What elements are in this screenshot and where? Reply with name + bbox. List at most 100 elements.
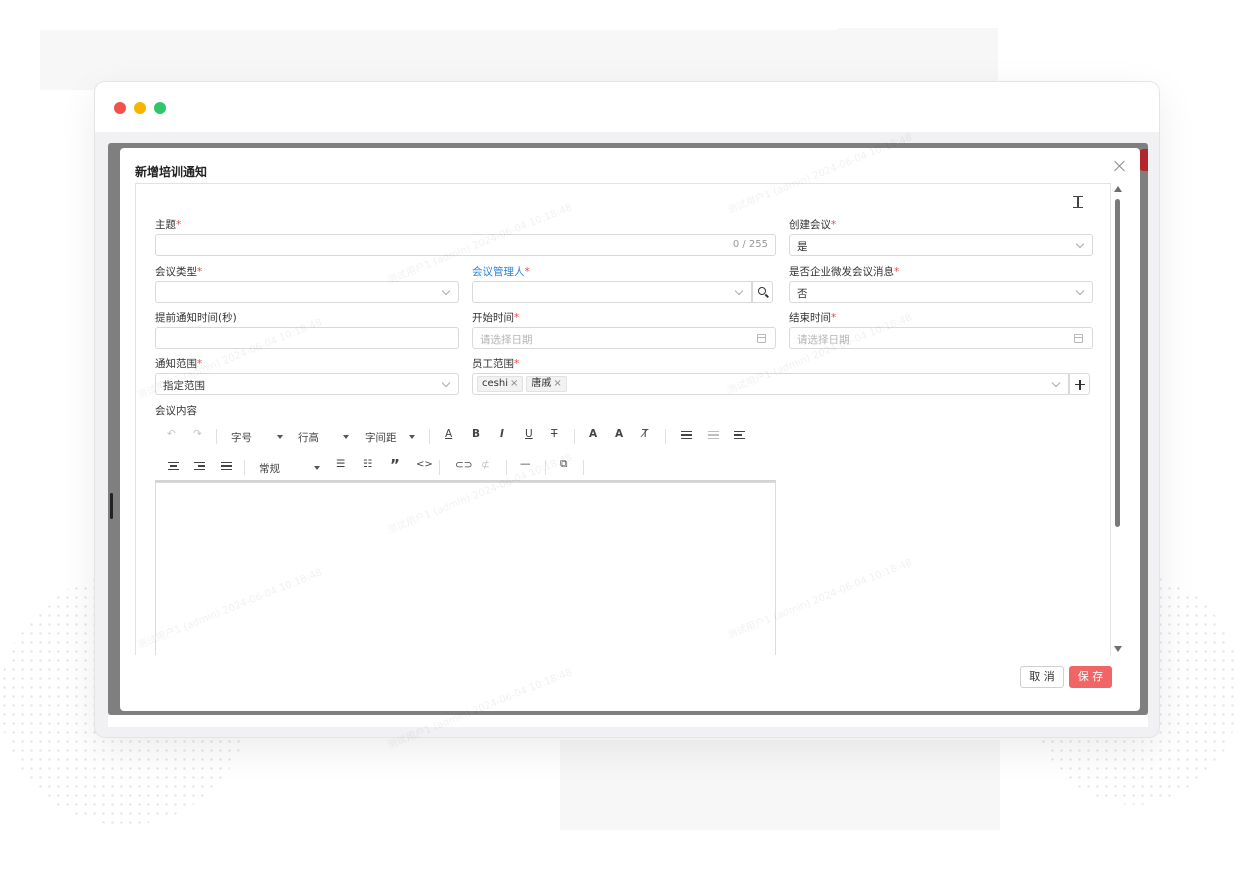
tag-remove-icon[interactable]: ×: [553, 378, 561, 389]
horizontal-rule-icon[interactable]: —: [520, 458, 531, 470]
caret-down-icon: [343, 435, 349, 439]
align-justify-icon[interactable]: [221, 462, 232, 471]
tag-remove-icon[interactable]: ×: [510, 378, 518, 389]
toolbar-divider: [429, 429, 430, 444]
subject-char-counter: 0 / 255: [732, 239, 768, 250]
chevron-down-icon: [1051, 378, 1061, 388]
save-button[interactable]: 保 存: [1069, 666, 1112, 688]
subscript-icon[interactable]: A: [615, 428, 623, 440]
advance-notice-input[interactable]: [155, 327, 459, 349]
superscript-icon[interactable]: A: [589, 428, 597, 440]
italic-icon[interactable]: I: [500, 428, 504, 440]
staff-tags: ceshi × 唐戚 ×: [477, 376, 570, 392]
toolbar-divider: [583, 460, 584, 475]
end-time-label: 结束时间*: [789, 312, 837, 324]
font-color-icon[interactable]: A: [445, 428, 452, 440]
caret-down-icon: [409, 435, 415, 439]
window-close-dot[interactable]: [114, 102, 126, 114]
chevron-down-icon: [441, 378, 451, 388]
meeting-type-label: 会议类型*: [155, 266, 203, 278]
numbered-list-icon[interactable]: ☷: [363, 458, 372, 470]
create-meeting-select[interactable]: 是: [789, 234, 1093, 256]
format-painter-icon[interactable]: ⧉: [560, 458, 568, 471]
end-time-picker[interactable]: 请选择日期: [789, 327, 1093, 349]
indent-icon[interactable]: [681, 431, 692, 440]
fullscreen-icon[interactable]: [1073, 196, 1083, 208]
add-staff-button[interactable]: [1069, 373, 1090, 395]
toolbar-divider: [545, 460, 546, 475]
toolbar-divider: [574, 429, 575, 444]
staff-tag: ceshi ×: [477, 376, 524, 392]
bulleted-list-icon[interactable]: ☰: [336, 458, 345, 470]
align-right-icon[interactable]: [194, 462, 205, 471]
search-icon: [758, 287, 766, 295]
add-training-notice-dialog: 新增培训通知 主题* 0 / 255 创建会议* 是 会议类型* 会议管理人* …: [120, 148, 1140, 711]
notice-scope-label: 通知范围*: [155, 358, 203, 370]
code-icon[interactable]: <>: [416, 459, 433, 470]
paragraph-format-select[interactable]: 常规: [259, 461, 280, 476]
browser-titlebar: [95, 82, 1159, 132]
background-panel: [40, 30, 840, 90]
start-time-label: 开始时间*: [472, 312, 520, 324]
window-minimize-dot[interactable]: [134, 102, 146, 114]
cancel-button[interactable]: 取 消: [1020, 666, 1064, 688]
subject-label: 主题*: [155, 219, 182, 231]
bold-icon[interactable]: B: [472, 428, 480, 440]
wecom-message-select[interactable]: 否: [789, 281, 1093, 303]
staff-scope-label: 员工范围*: [472, 358, 520, 370]
close-icon[interactable]: [1112, 158, 1128, 174]
scroll-down-arrow-icon[interactable]: [1114, 646, 1122, 652]
meeting-type-select[interactable]: [155, 281, 459, 303]
chevron-down-icon: [441, 286, 451, 296]
background-panel: [560, 740, 1000, 830]
outdent-icon[interactable]: [708, 431, 719, 440]
background-panel: [838, 28, 998, 88]
content-label: 会议内容: [155, 405, 197, 417]
dialog-title: 新增培训通知: [135, 165, 208, 179]
align-center-icon[interactable]: [168, 462, 179, 471]
chevron-down-icon: [1075, 239, 1085, 249]
toolbar-divider: [216, 429, 217, 444]
create-meeting-label: 创建会议*: [789, 219, 837, 231]
advance-notice-label: 提前通知时间(秒): [155, 312, 237, 324]
undo-icon[interactable]: ↶: [167, 428, 176, 440]
staff-tag: 唐戚 ×: [526, 376, 567, 392]
start-time-picker[interactable]: 请选择日期: [472, 327, 776, 349]
link-icon[interactable]: ⊂⊃: [455, 459, 473, 471]
caret-down-icon: [314, 466, 320, 470]
staff-scope-select[interactable]: ceshi × 唐戚 ×: [472, 373, 1069, 395]
align-left-icon[interactable]: [734, 431, 745, 440]
calendar-icon: [1074, 334, 1083, 343]
app-footer-strip: [108, 715, 1148, 727]
toolbar-divider: [439, 460, 440, 475]
dialog-form: 主题* 0 / 255 创建会议* 是 会议类型* 会议管理人* 是否企业微发会…: [135, 183, 1111, 655]
letter-spacing-select[interactable]: 字间距: [365, 430, 397, 445]
window-maximize-dot[interactable]: [154, 102, 166, 114]
strikethrough-icon[interactable]: T: [551, 428, 557, 440]
toolbar-divider: [665, 429, 666, 444]
notice-scope-select[interactable]: 指定范围: [155, 373, 459, 395]
scrollbar-thumb[interactable]: [1115, 199, 1120, 527]
rich-text-editor[interactable]: [155, 482, 776, 655]
subject-input[interactable]: 0 / 255: [155, 234, 776, 256]
font-size-select[interactable]: 字号: [231, 430, 252, 445]
line-height-select[interactable]: 行高: [298, 430, 319, 445]
manager-search-button[interactable]: [752, 281, 773, 303]
wecom-message-label: 是否企业微发会议消息*: [789, 266, 900, 278]
scrollbar[interactable]: [1114, 186, 1122, 652]
toolbar-divider: [244, 460, 245, 475]
calendar-icon: [757, 334, 766, 343]
toolbar-divider: [506, 460, 507, 475]
unlink-icon[interactable]: ⊄: [481, 459, 490, 471]
clear-format-icon[interactable]: T̸: [642, 428, 648, 440]
meeting-manager-label[interactable]: 会议管理人*: [472, 264, 530, 279]
meeting-manager-select[interactable]: [472, 281, 752, 303]
scroll-up-arrow-icon[interactable]: [1114, 186, 1122, 192]
chevron-down-icon: [1075, 286, 1085, 296]
underline-icon[interactable]: U: [525, 428, 533, 440]
redo-icon[interactable]: ↷: [193, 428, 202, 440]
blockquote-icon[interactable]: ”: [390, 456, 400, 474]
caret-down-icon: [277, 435, 283, 439]
chevron-down-icon: [734, 286, 744, 296]
drag-handle[interactable]: [110, 493, 113, 519]
